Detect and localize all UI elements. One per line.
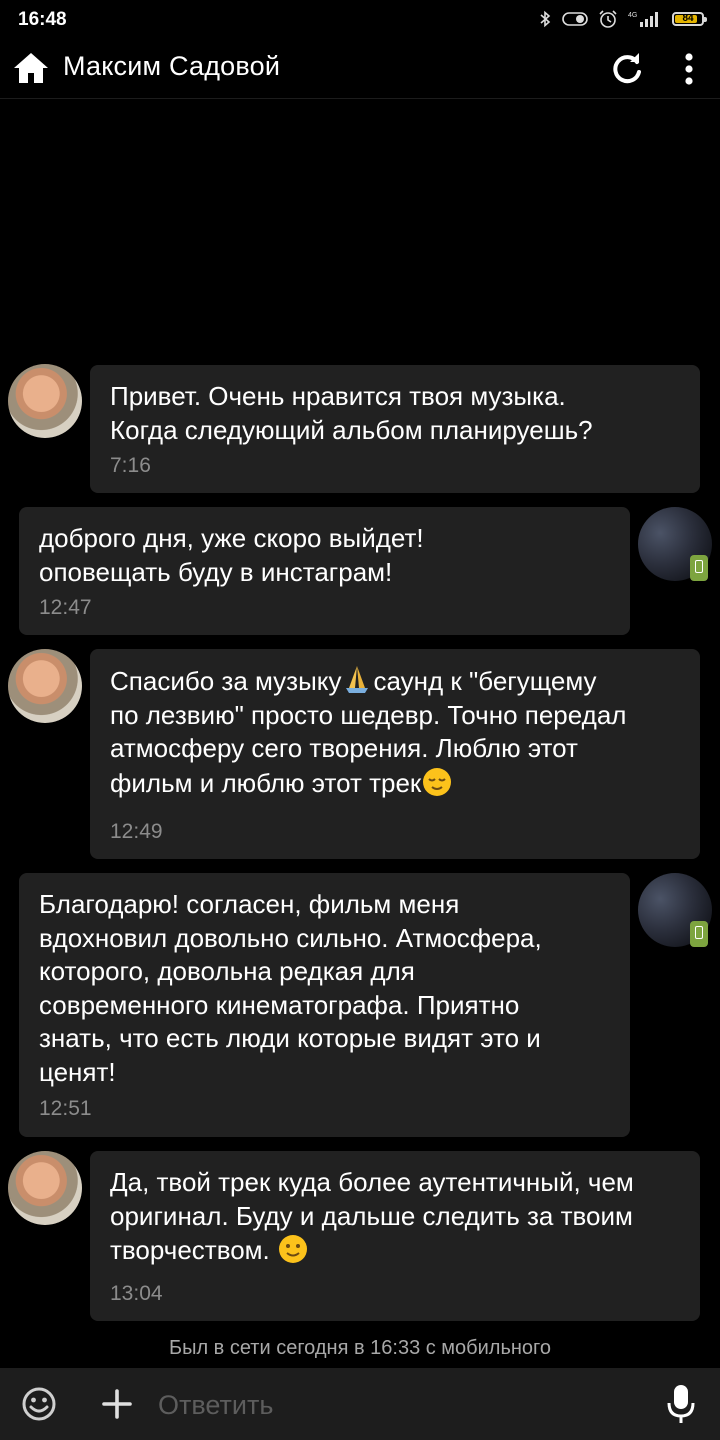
message-bubble-incoming[interactable]: Спасибо за музыку саунд к "бегущему по ле… — [90, 649, 700, 859]
home-icon — [14, 53, 48, 83]
message-time: 12:47 — [39, 596, 92, 619]
signal-icon: 4G — [628, 12, 658, 27]
message-time: 7:16 — [110, 454, 151, 477]
battery-label: 84 — [682, 13, 694, 24]
last-seen-status: Был в сети сегодня в 16:33 с мобильного — [168, 1337, 552, 1359]
message-text: Да, твой трек куда более аутентичный, че… — [110, 1166, 682, 1268]
reply-bar — [0, 1368, 720, 1440]
mobile-status-icon — [690, 921, 708, 947]
voice-message-button[interactable] — [662, 1382, 700, 1426]
message-bubble-outgoing[interactable]: Благодарю! согласен, фильм меня вдохнови… — [19, 873, 630, 1137]
message-text: Привет. Очень нравится твоя музыка. Когд… — [110, 381, 593, 445]
data-saver-icon — [562, 12, 588, 26]
attach-button[interactable] — [98, 1385, 136, 1423]
emoji-button[interactable] — [20, 1385, 58, 1423]
message-text: Благодарю! согласен, фильм меня вдохнови… — [39, 889, 542, 1087]
message-bubble-incoming[interactable]: Да, твой трек куда более аутентичный, че… — [90, 1151, 700, 1321]
message-bubble-incoming[interactable]: Привет. Очень нравится твоя музыка. Когд… — [90, 365, 700, 493]
slightly-smiling-face-emoji — [277, 1235, 309, 1265]
message-text: Спасибо за музыку саунд к "бегущему по ле… — [110, 664, 682, 800]
message-text-part: Да, твой трек куда более аутентичный, че… — [110, 1167, 634, 1265]
contact-avatar[interactable] — [8, 364, 82, 438]
contact-avatar[interactable] — [8, 1151, 82, 1225]
folded-hands-emoji — [341, 666, 373, 696]
battery-cap — [704, 17, 707, 22]
relieved-face-emoji — [421, 767, 453, 798]
more-options-button[interactable] — [672, 50, 706, 88]
message-text: доброго дня, уже скоро выйдет! оповещать… — [39, 523, 424, 587]
message-text-part: Спасибо за музыку — [110, 666, 342, 696]
refresh-icon — [613, 53, 641, 84]
contact-avatar[interactable] — [8, 649, 82, 723]
battery-icon: 84 — [672, 12, 707, 26]
home-button[interactable] — [12, 50, 50, 86]
plus-icon — [102, 1389, 132, 1419]
refresh-button[interactable] — [608, 50, 646, 88]
chat-title: Максим Садовой — [63, 51, 281, 81]
alarm-icon — [599, 10, 617, 28]
mic-icon — [667, 1385, 695, 1423]
app-bar: Максим Садовой — [0, 40, 720, 99]
message-time: 12:51 — [39, 1097, 92, 1120]
emoji-icon — [22, 1387, 56, 1421]
message-time: 13:04 — [110, 1282, 163, 1305]
status-icons: 4G 84 — [538, 8, 707, 30]
message-time: 12:49 — [110, 820, 163, 843]
mobile-status-icon — [690, 555, 708, 581]
more-vert-icon — [685, 53, 693, 85]
network-label: 4G — [628, 12, 637, 19]
message-bubble-outgoing[interactable]: доброго дня, уже скоро выйдет! оповещать… — [19, 507, 630, 635]
status-time: 16:48 — [18, 9, 67, 30]
bluetooth-icon — [540, 10, 551, 28]
reply-input[interactable] — [156, 1382, 640, 1428]
status-bar: 16:48 4G 84 — [0, 0, 720, 40]
